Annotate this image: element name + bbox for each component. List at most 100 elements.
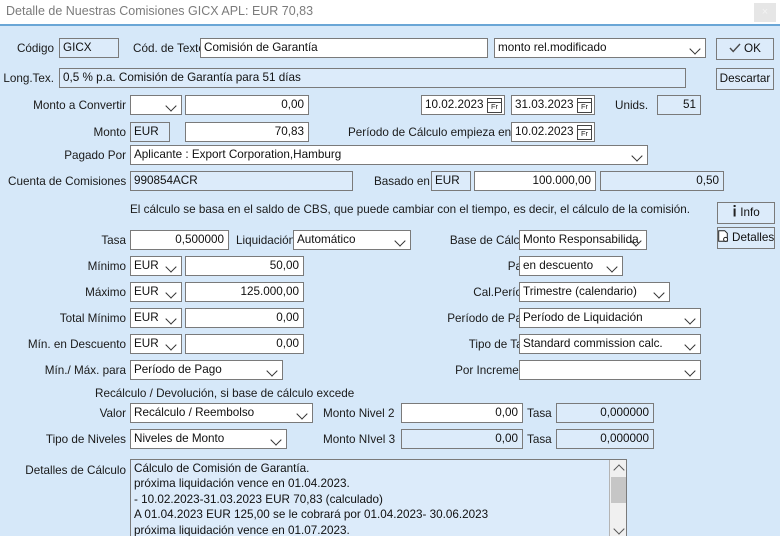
total-minimum-currency-select[interactable]: EUR xyxy=(130,308,182,328)
level3-rate-field[interactable]: 0,000000 xyxy=(556,429,654,449)
scroll-up-icon[interactable] xyxy=(610,460,626,476)
scrollbar-thumb[interactable] xyxy=(611,477,626,503)
total-minimum-currency-value: EUR xyxy=(134,311,159,324)
chevron-down-icon xyxy=(166,96,177,114)
based-on-amount-field[interactable]: 100.000,00 xyxy=(474,171,596,191)
calculation-details-text: Cálculo de Comisión de Garantía. próxima … xyxy=(134,461,607,536)
minimum-discount-currency-select[interactable]: EUR xyxy=(130,334,182,354)
calculation-details-line: Cálculo de Comisión de Garantía. xyxy=(134,462,310,475)
convert-amount-field[interactable]: 0,00 xyxy=(185,95,309,115)
calendar-day-glyph: Fr xyxy=(580,129,589,138)
recalculation-heading: Recálculo / Devolución, si base de cálcu… xyxy=(95,387,355,400)
ok-button[interactable]: OK xyxy=(716,38,774,60)
date-to-value: 31.03.2023 xyxy=(515,98,574,111)
chevron-down-icon xyxy=(395,231,406,249)
minimum-discount-field[interactable]: 0,00 xyxy=(185,334,304,354)
amount-currency-field[interactable]: EUR xyxy=(130,122,170,142)
chevron-down-icon xyxy=(166,335,177,353)
maximum-currency-select[interactable]: EUR xyxy=(130,282,182,302)
calculation-details-textarea[interactable]: Cálculo de Comisión de Garantía. próxima … xyxy=(130,459,627,536)
min-max-for-select[interactable]: Período de Pago xyxy=(130,360,283,380)
chevron-down-icon xyxy=(166,257,177,275)
calendar-day-glyph: Fr xyxy=(580,102,589,111)
paid-by-value: Aplicante : Export Corporation,Hamburg xyxy=(134,148,342,161)
amount-field[interactable]: 70,83 xyxy=(185,122,309,142)
discard-button[interactable]: Descartar xyxy=(716,68,774,90)
chevron-down-icon xyxy=(690,39,701,57)
chevron-down-icon xyxy=(632,146,643,164)
rate-type-select[interactable]: Standard commission calc. xyxy=(519,334,701,354)
level3-amount-field[interactable]: 0,00 xyxy=(401,429,523,449)
level2-rate-field[interactable]: 0,000000 xyxy=(556,403,654,423)
maximum-field[interactable]: 125.000,00 xyxy=(185,282,304,302)
window-title: Detalle de Nuestras Comisiones GICX APL:… xyxy=(6,4,314,18)
commission-type-value: monto rel.modificado xyxy=(498,41,607,54)
info-icon xyxy=(732,204,737,224)
calendar-icon[interactable]: Fr xyxy=(577,98,592,113)
settlement-select[interactable]: Automático xyxy=(293,230,411,250)
date-to-field[interactable]: 31.03.2023 Fr xyxy=(511,95,595,115)
scroll-down-icon[interactable] xyxy=(610,522,626,536)
level2-amount-label: Monto Nivel 2 xyxy=(323,407,395,420)
calc-period-select[interactable]: Trimestre (calendario) xyxy=(519,282,670,302)
calendar-icon[interactable]: Fr xyxy=(577,125,592,140)
based-on-rate-field[interactable]: 0,50 xyxy=(600,171,724,191)
units-label: Unids. xyxy=(615,99,649,112)
calc-period-start-field[interactable]: 10.02.2023 Fr xyxy=(511,122,595,142)
close-icon[interactable]: × xyxy=(754,3,776,22)
text-code-field[interactable]: Comisión de Garantía xyxy=(200,38,488,58)
units-field[interactable]: 51 xyxy=(657,95,701,115)
document-icon xyxy=(718,229,729,249)
code-field[interactable]: GICX xyxy=(59,38,119,58)
maximum-label: Máximo xyxy=(85,286,126,299)
increment-select[interactable] xyxy=(519,360,701,380)
paid-by-label: Pagado Por xyxy=(64,149,126,162)
minimum-discount-currency-value: EUR xyxy=(134,337,159,350)
chevron-down-icon xyxy=(297,404,308,422)
minimum-label: Mínimo xyxy=(87,260,126,273)
recalc-value-select[interactable]: Recálculo / Reembolso xyxy=(130,403,313,423)
minimum-currency-select[interactable]: EUR xyxy=(130,256,182,276)
chevron-down-icon xyxy=(267,361,278,379)
details-scrollbar[interactable] xyxy=(609,460,626,536)
level3-rate-label: Tasa xyxy=(527,433,552,446)
total-minimum-label: Total Mínimo xyxy=(59,312,126,325)
calculation-details-line: A 01.04.2023 EUR 125,00 se le cobrará po… xyxy=(134,508,489,522)
info-button[interactable]: Info xyxy=(717,202,775,224)
based-on-currency-field[interactable]: EUR xyxy=(431,171,471,191)
chevron-down-icon xyxy=(271,430,282,448)
details-button-label: Detalles xyxy=(732,231,775,244)
amount-to-convert-label: Monto a Convertir xyxy=(33,99,126,112)
chevron-down-icon xyxy=(166,283,177,301)
long-text-field[interactable]: 0,5 % p.a. Comisión de Garantía para 51 … xyxy=(59,68,686,88)
level2-amount-field[interactable]: 0,00 xyxy=(401,403,523,423)
minimum-field[interactable]: 50,00 xyxy=(185,256,304,276)
min-max-for-value: Período de Pago xyxy=(134,363,222,376)
levels-type-select[interactable]: Niveles de Monto xyxy=(130,429,287,449)
commission-type-select[interactable]: monto rel.modificado xyxy=(494,38,706,58)
chevron-down-icon xyxy=(685,309,696,327)
date-from-field[interactable]: 10.02.2023 Fr xyxy=(421,95,505,115)
chevron-down-icon xyxy=(166,309,177,327)
payment-period-select[interactable]: Período de Liquidación xyxy=(519,308,701,328)
calc-base-value: Monto Responsabilida xyxy=(523,233,639,246)
commission-detail-dialog: Detalle de Nuestras Comisiones GICX APL:… xyxy=(0,0,780,536)
minimum-currency-value: EUR xyxy=(134,259,159,272)
calc-base-select[interactable]: Monto Responsabilida xyxy=(519,230,647,250)
paid-by-select[interactable]: Aplicante : Export Corporation,Hamburg xyxy=(130,145,648,165)
convert-currency-select[interactable] xyxy=(130,95,182,115)
calc-period-start-label: Período de Cálculo empieza en xyxy=(348,126,512,139)
text-code-label: Cód. de Texto xyxy=(133,42,205,55)
commission-account-field[interactable]: 990854ACR xyxy=(130,171,353,191)
minimum-discount-label: Mín. en Descuento xyxy=(27,338,126,351)
info-button-label: Info xyxy=(740,206,760,219)
total-minimum-field[interactable]: 0,00 xyxy=(185,308,304,328)
details-button[interactable]: Detalles xyxy=(717,227,775,249)
levels-type-value: Niveles de Monto xyxy=(134,432,225,445)
payment-select[interactable]: en descuento xyxy=(519,256,623,276)
amount-label: Monto xyxy=(93,126,126,139)
calendar-icon[interactable]: Fr xyxy=(487,98,502,113)
maximum-currency-value: EUR xyxy=(134,285,159,298)
rate-field[interactable]: 0,500000 xyxy=(130,230,229,250)
calc-period-value: Trimestre (calendario) xyxy=(523,285,637,298)
